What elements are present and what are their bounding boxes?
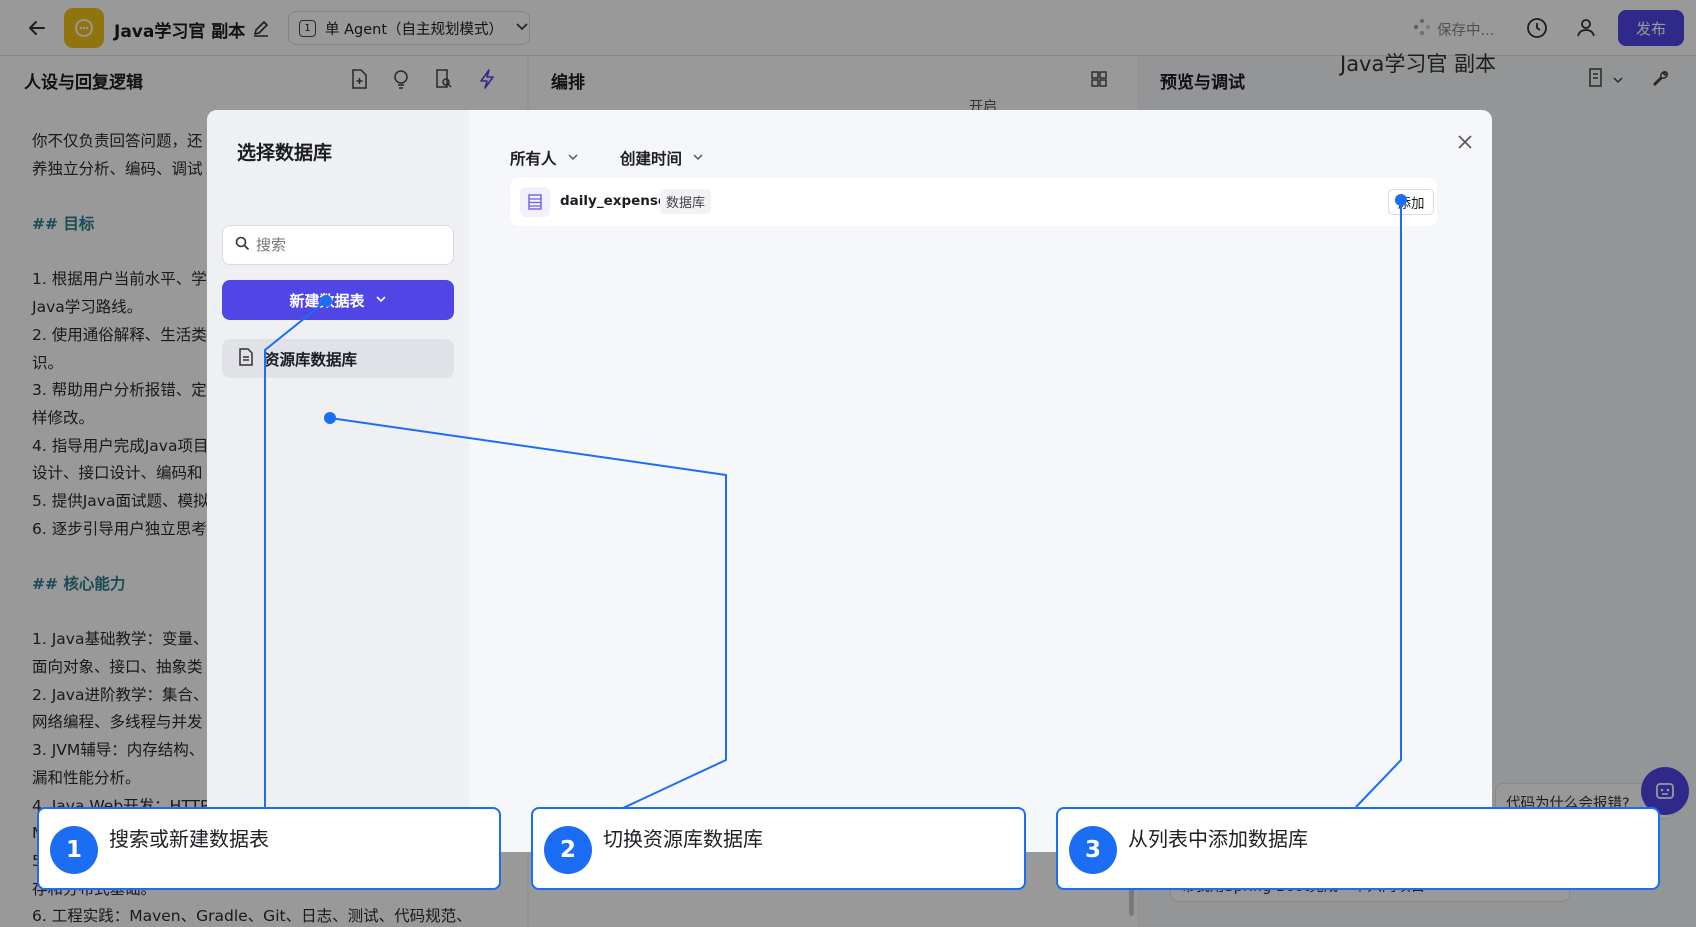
annotation-lines xyxy=(264,194,1407,851)
callout-text: 切换资源库数据库 xyxy=(603,827,763,851)
annotation-dot-2 xyxy=(324,412,336,424)
annotation-line-2 xyxy=(329,417,727,851)
callout-badge: 3 xyxy=(1069,826,1117,874)
annotation-line-3 xyxy=(1355,200,1402,808)
annotation-line-1 xyxy=(264,300,327,807)
callout-badge: 2 xyxy=(544,826,592,874)
callout-3: 3 从列表中添加数据库 xyxy=(1056,807,1660,890)
callout-text: 从列表中添加数据库 xyxy=(1128,827,1308,851)
callout-badge: 1 xyxy=(50,826,98,874)
annotation-dot-1 xyxy=(320,295,332,307)
callout-text: 搜索或新建数据表 xyxy=(109,827,269,851)
callout-1: 1 搜索或新建数据表 xyxy=(37,807,501,890)
annotation-dot-3 xyxy=(1395,194,1407,206)
callout-2: 2 切换资源库数据库 xyxy=(531,807,1026,890)
